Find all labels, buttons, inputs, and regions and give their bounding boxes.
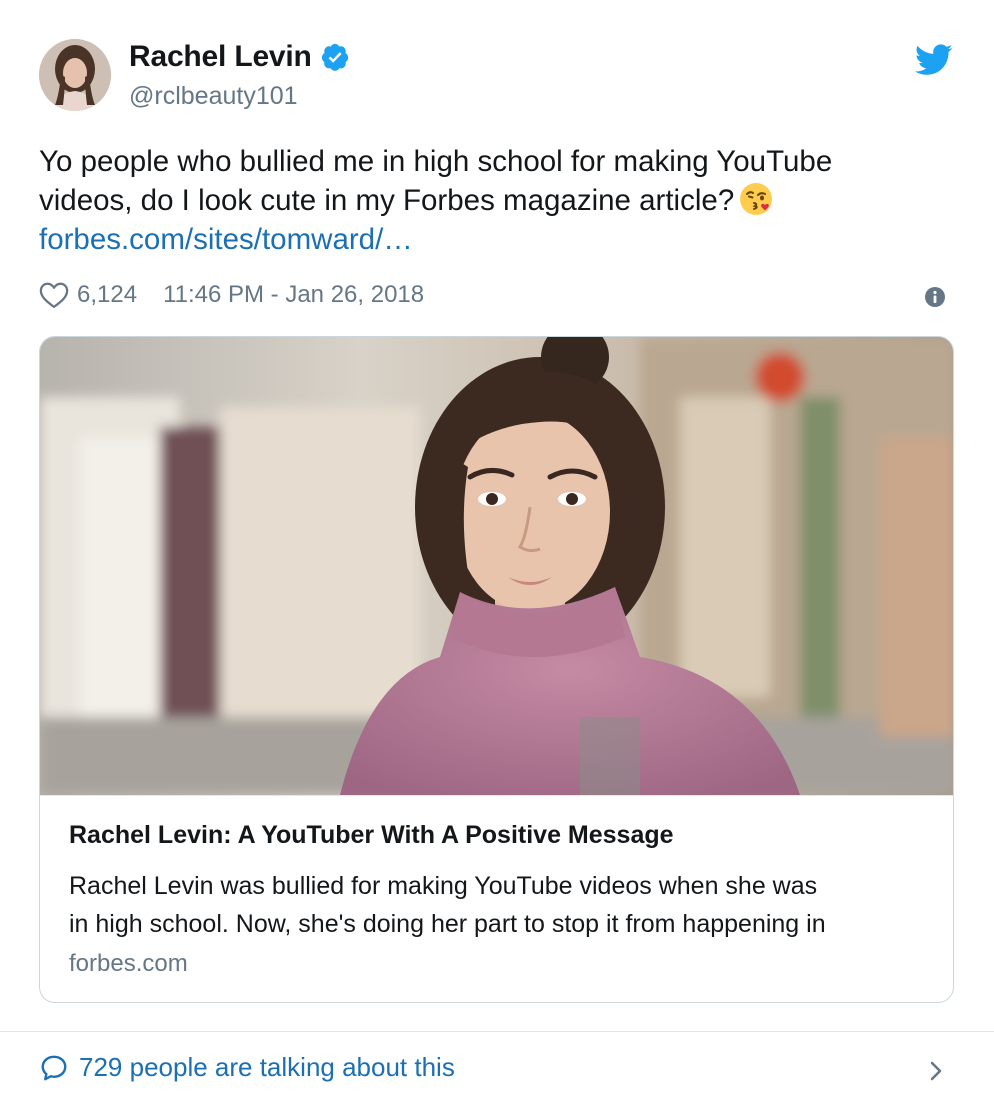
card-description-line-1: Rachel Levin was bullied for making YouT… xyxy=(69,872,818,900)
card-image xyxy=(40,337,953,795)
heart-icon[interactable] xyxy=(39,281,69,309)
card-photo xyxy=(40,337,953,795)
card-title: Rachel Levin: A YouTuber With A Positive… xyxy=(69,821,674,849)
like-count[interactable]: 6,124 xyxy=(77,281,137,309)
info-icon[interactable] xyxy=(924,286,946,308)
author-handle[interactable]: @rclbeauty101 xyxy=(129,82,298,111)
author-name-row[interactable]: Rachel Levin xyxy=(129,40,350,74)
footer-divider xyxy=(0,1031,994,1032)
verified-badge-icon xyxy=(321,43,348,71)
conversation-link[interactable]: 729 people are talking about this xyxy=(39,1052,455,1083)
link-card[interactable]: Rachel Levin: A YouTuber With A Positive… xyxy=(39,336,954,1003)
tweet-text-line-2-content: videos, do I look cute in my Forbes maga… xyxy=(39,184,735,217)
tweet-link[interactable]: forbes.com/sites/tomward/… xyxy=(39,220,939,259)
tweet-timestamp[interactable]: 11:46 PM - Jan 26, 2018 xyxy=(163,281,424,309)
talking-count-text[interactable]: 729 people are talking about this xyxy=(79,1052,455,1083)
twitter-bird-icon[interactable] xyxy=(915,44,953,76)
tweet-text-line-2: videos, do I look cute in my Forbes maga… xyxy=(39,181,939,220)
speech-bubble-icon xyxy=(41,1055,67,1080)
avatar[interactable] xyxy=(39,39,111,111)
avatar-image xyxy=(39,39,111,111)
card-domain: forbes.com xyxy=(69,950,188,977)
card-body: Rachel Levin: A YouTuber With A Positive… xyxy=(40,795,953,1002)
chevron-right-icon[interactable] xyxy=(926,1057,946,1085)
card-description-line-2: in high school. Now, she's doing her par… xyxy=(69,910,826,938)
tweet-text: Yo people who bullied me in high school … xyxy=(39,142,939,259)
card-description: Rachel Levin was bullied for making YouT… xyxy=(69,867,929,943)
author-display-name[interactable]: Rachel Levin xyxy=(129,40,312,74)
tweet-text-line-1: Yo people who bullied me in high school … xyxy=(39,145,833,178)
tweet-meta: 6,124 11:46 PM - Jan 26, 2018 xyxy=(39,281,424,309)
kiss-face-emoji-icon xyxy=(740,183,773,215)
tweet-embed: Rachel Levin @rclbeauty101 Yo people who… xyxy=(0,0,994,1108)
